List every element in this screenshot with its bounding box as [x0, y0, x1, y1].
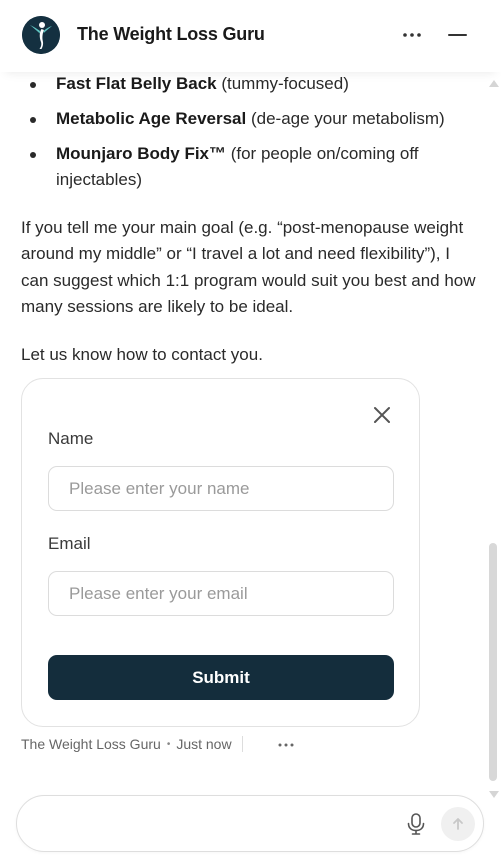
message-time: Just now: [176, 736, 232, 752]
send-button[interactable]: [441, 807, 475, 841]
message-input[interactable]: [39, 808, 399, 840]
list-item: Metabolic Age Reversal (de-age your meta…: [30, 106, 470, 132]
scroll-up-arrow-icon[interactable]: [489, 80, 499, 87]
chat-title: The Weight Loss Guru: [77, 24, 265, 44]
close-icon: [374, 407, 390, 423]
scrollbar[interactable]: [486, 80, 500, 802]
minimize-button[interactable]: [444, 23, 470, 47]
email-label: Email: [48, 534, 91, 553]
bullet-icon: [30, 82, 36, 88]
more-options-button[interactable]: [399, 23, 425, 47]
list-item: Fast Flat Belly Back (tummy-focused): [30, 72, 470, 97]
scrollbar-thumb[interactable]: [489, 543, 497, 781]
name-label: Name: [48, 429, 94, 448]
sender-name: The Weight Loss Guru: [21, 736, 161, 752]
scroll-down-arrow-icon[interactable]: [489, 791, 499, 798]
send-arrow-icon: [453, 818, 463, 830]
submit-button[interactable]: Submit: [48, 655, 394, 700]
program-desc: (tummy-focused): [216, 74, 349, 93]
name-input[interactable]: [48, 466, 394, 511]
contact-form: Name Email Submit: [21, 378, 420, 727]
close-form-button[interactable]: [368, 401, 396, 429]
microphone-icon: [407, 813, 425, 835]
message-paragraph: If you tell me your main goal (e.g. “pos…: [21, 218, 476, 316]
message-composer: [16, 795, 484, 852]
chat-header: The Weight Loss Guru: [0, 0, 501, 72]
more-horizontal-icon: [278, 743, 294, 747]
microphone-button[interactable]: [403, 811, 429, 837]
meta-divider: [241, 736, 243, 752]
program-name: Fast Flat Belly Back: [56, 74, 217, 93]
list-item: Mounjaro Body Fix™ (for people on/coming…: [30, 141, 440, 193]
email-input[interactable]: [48, 571, 394, 616]
guru-logo-icon: [22, 16, 60, 54]
contact-prompt: Let us know how to contact you.: [21, 345, 263, 364]
bullet-icon: [30, 152, 36, 158]
more-horizontal-icon: [403, 33, 421, 37]
chat-transcript: Fast Flat Belly Back (tummy-focused) Met…: [0, 72, 501, 792]
bullet-icon: [30, 117, 36, 123]
message-meta: The Weight Loss Guru • Just now: [21, 736, 243, 752]
message-actions-button[interactable]: [275, 736, 297, 754]
minimize-icon: [447, 34, 467, 36]
meta-separator: •: [166, 738, 171, 750]
program-name: Metabolic Age Reversal: [56, 109, 247, 128]
program-name: Mounjaro Body Fix™: [56, 144, 226, 163]
program-desc: (de-age your metabolism): [246, 109, 445, 128]
